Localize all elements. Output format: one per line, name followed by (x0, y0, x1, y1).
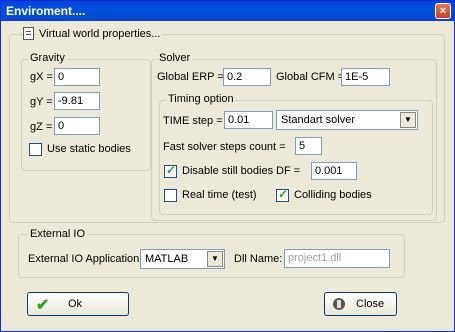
colliding-label: Colliding bodies (294, 189, 372, 201)
static-bodies-checkbox[interactable] (29, 143, 42, 156)
external-io-label: External IO (28, 228, 88, 240)
solver-type-value: Standart solver (281, 114, 355, 126)
df-label: DF = (276, 165, 301, 177)
global-cfm-label: Global CFM = (276, 71, 345, 83)
colliding-checkbox[interactable]: ✓ (276, 187, 289, 202)
external-io-app-value: MATLAB (145, 253, 189, 265)
fast-steps-label: Fast solver steps count = (163, 141, 286, 153)
virtual-world-label: Virtual world properties... (37, 28, 163, 40)
dll-name-label: Dll Name: (234, 253, 283, 265)
chevron-down-icon[interactable]: ▼ (400, 112, 416, 128)
environment-dialog: Enviroment.... × Virtual world propertie… (0, 0, 455, 332)
ok-label: Ok (68, 298, 83, 310)
static-bodies-label: Use static bodies (47, 143, 131, 155)
gx-field[interactable]: 0 (54, 68, 100, 86)
time-step-field[interactable]: 0.01 (224, 111, 273, 129)
close-button[interactable]: Close (324, 292, 397, 316)
gy-label: gY = (30, 96, 53, 108)
solver-label: Solver (157, 52, 193, 64)
dll-name-field[interactable]: project1.dll (284, 249, 390, 268)
check-mark-icon: ✓ (166, 163, 177, 177)
ok-button[interactable]: ✔ Ok (27, 292, 129, 316)
external-io-app-label: External IO Application: (28, 253, 143, 265)
close-icon: × (439, 5, 447, 17)
gy-field[interactable]: -9.81 (54, 92, 100, 110)
global-erp-label: Global ERP = (157, 71, 224, 83)
disable-still-label: Disable still bodies (182, 165, 274, 177)
global-erp-field[interactable]: 0.2 (223, 68, 271, 86)
gravity-label: Gravity (28, 52, 67, 64)
gz-field[interactable]: 0 (54, 117, 100, 135)
fast-steps-field[interactable]: 5 (295, 137, 322, 155)
solver-type-select[interactable]: Standart solver ▼ (276, 110, 418, 130)
check-icon: ✔ (36, 297, 50, 314)
title-bar[interactable]: Enviroment.... × (1, 1, 454, 21)
close-label: Close (356, 298, 385, 310)
check-mark-icon: ✓ (278, 187, 289, 201)
df-field[interactable]: 0.001 (311, 162, 357, 180)
real-time-checkbox[interactable] (164, 189, 177, 202)
disable-still-checkbox[interactable]: ✓ (164, 163, 177, 178)
page-icon (23, 27, 34, 40)
chevron-down-icon[interactable]: ▼ (207, 251, 223, 267)
window-close-button[interactable]: × (435, 3, 451, 19)
gz-label: gZ = (30, 121, 53, 133)
stop-icon (333, 298, 345, 310)
time-step-label: TIME step = (163, 115, 223, 127)
timing-label: Timing option (166, 93, 236, 105)
global-cfm-field[interactable]: 1E-5 (341, 68, 390, 86)
window-title: Enviroment.... (6, 4, 86, 18)
external-io-app-select[interactable]: MATLAB ▼ (140, 249, 225, 269)
gx-label: gX = (30, 71, 53, 83)
real-time-label: Real time (test) (182, 189, 257, 201)
